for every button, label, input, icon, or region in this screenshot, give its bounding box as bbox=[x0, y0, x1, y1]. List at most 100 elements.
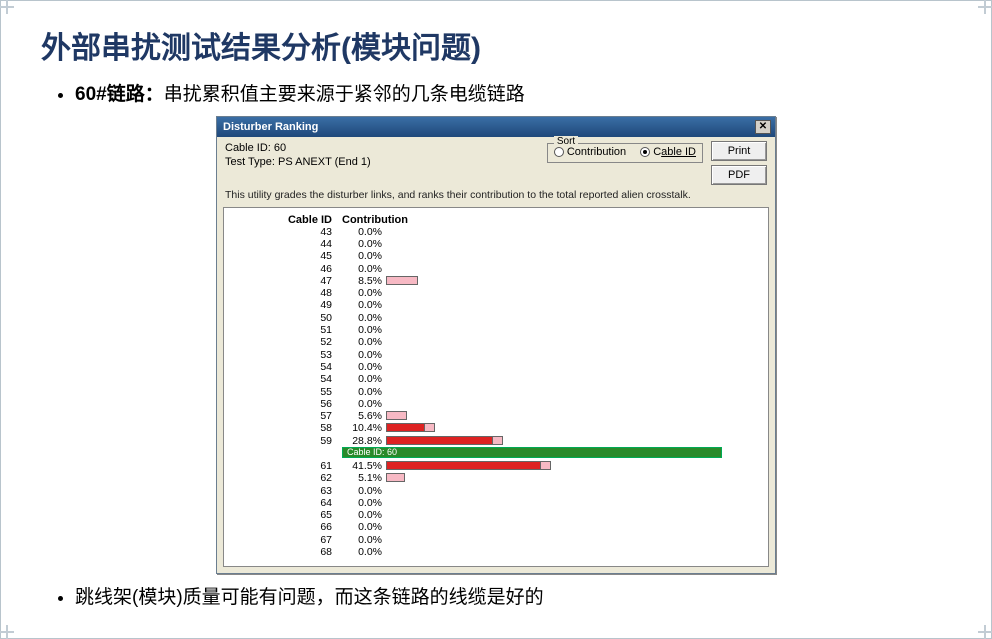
highlight-bar: Cable ID: 60 bbox=[342, 447, 722, 458]
row-contribution: 0.0% bbox=[342, 497, 386, 509]
row-bar-area bbox=[386, 288, 760, 298]
row-bar-area bbox=[386, 337, 760, 347]
chart-row: 530.0% bbox=[232, 348, 760, 360]
row-cable-id: 51 bbox=[232, 324, 342, 336]
row-contribution: 0.0% bbox=[342, 324, 386, 336]
sort-group: Sort Contribution Cable ID bbox=[547, 143, 703, 163]
row-bar-area bbox=[386, 510, 760, 520]
row-cable-id: 45 bbox=[232, 250, 342, 262]
row-cable-id: 52 bbox=[232, 336, 342, 348]
row-bar-area bbox=[386, 276, 760, 286]
row-bar-area bbox=[386, 387, 760, 397]
row-contribution: 0.0% bbox=[342, 287, 386, 299]
pdf-button[interactable]: PDF bbox=[711, 165, 767, 185]
row-cable-id: 57 bbox=[232, 410, 342, 422]
chart-row: 560.0% bbox=[232, 398, 760, 410]
header-contribution: Contribution bbox=[342, 214, 402, 226]
chart-row: 540.0% bbox=[232, 373, 760, 385]
chart-row: 5810.4% bbox=[232, 422, 760, 434]
chart-rows: 430.0%440.0%450.0%460.0%478.5%480.0%490.… bbox=[232, 226, 760, 559]
print-button[interactable]: Print bbox=[711, 141, 767, 161]
bullet-list-2: 跳线架(模块)质量可能有问题，而这条链路的线缆是好的 bbox=[41, 584, 951, 613]
row-cable-id: 54 bbox=[232, 361, 342, 373]
row-bar-area bbox=[386, 522, 760, 532]
row-contribution: 0.0% bbox=[342, 398, 386, 410]
row-bar-area bbox=[386, 411, 760, 421]
chart-row: 430.0% bbox=[232, 226, 760, 238]
chart-row: 660.0% bbox=[232, 521, 760, 533]
row-bar-area bbox=[386, 313, 760, 323]
row-contribution: 0.0% bbox=[342, 299, 386, 311]
chart-row: 625.1% bbox=[232, 472, 760, 484]
chart-row: 480.0% bbox=[232, 287, 760, 299]
sort-cableid-option[interactable]: Cable ID bbox=[640, 146, 696, 158]
row-cable-id: 43 bbox=[232, 226, 342, 238]
cable-id-label: Cable ID: 60 bbox=[225, 141, 547, 155]
sort-legend: Sort bbox=[554, 136, 578, 147]
row-contribution: 0.0% bbox=[342, 373, 386, 385]
row-contribution: 8.5% bbox=[342, 275, 386, 287]
row-cable-id: 58 bbox=[232, 422, 342, 434]
chart-row: 575.6% bbox=[232, 410, 760, 422]
row-bar-area bbox=[386, 325, 760, 335]
row-cable-id: 44 bbox=[232, 238, 342, 250]
row-bar-area bbox=[386, 498, 760, 508]
row-cable-id: 48 bbox=[232, 287, 342, 299]
row-bar-area bbox=[386, 239, 760, 249]
chart-area: Cable ID Contribution 430.0%440.0%450.0%… bbox=[223, 207, 769, 567]
sort-group-wrap: Sort Contribution Cable ID bbox=[547, 141, 703, 185]
chart-row: 490.0% bbox=[232, 299, 760, 311]
chart-row: 440.0% bbox=[232, 238, 760, 250]
row-cable-id: 54 bbox=[232, 373, 342, 385]
chart-row: 550.0% bbox=[232, 385, 760, 397]
chart-row: 640.0% bbox=[232, 497, 760, 509]
row-cable-id: 67 bbox=[232, 534, 342, 546]
row-bar-area bbox=[386, 227, 760, 237]
row-cable-id: 64 bbox=[232, 497, 342, 509]
row-contribution: 10.4% bbox=[342, 422, 386, 434]
chart-row: 680.0% bbox=[232, 546, 760, 558]
row-contribution: 0.0% bbox=[342, 263, 386, 275]
row-contribution: 0.0% bbox=[342, 509, 386, 521]
row-cable-id: 49 bbox=[232, 299, 342, 311]
row-bar-area bbox=[386, 486, 760, 496]
bullet-1-lead: 60#链路： bbox=[75, 84, 164, 105]
row-cable-id: 50 bbox=[232, 312, 342, 324]
sort-cableid-label: Cable ID bbox=[653, 146, 696, 158]
sort-contribution-label: Contribution bbox=[567, 146, 626, 158]
sort-contribution-option[interactable]: Contribution bbox=[554, 146, 626, 158]
row-contribution: 5.1% bbox=[342, 472, 386, 484]
row-cable-id: 62 bbox=[232, 472, 342, 484]
row-bar-area bbox=[386, 374, 760, 384]
bullet-2: 跳线架(模块)质量可能有问题，而这条链路的线缆是好的 bbox=[75, 584, 951, 613]
row-bar-area bbox=[386, 399, 760, 409]
radio-icon bbox=[640, 147, 650, 157]
row-cable-id: 68 bbox=[232, 546, 342, 558]
dialog-titlebar[interactable]: Disturber Ranking ✕ bbox=[217, 117, 775, 137]
chart-row: 540.0% bbox=[232, 361, 760, 373]
row-contribution: 0.0% bbox=[342, 226, 386, 238]
row-bar-area bbox=[386, 547, 760, 557]
chart-row: 5928.8% bbox=[232, 435, 760, 447]
chart-row: 460.0% bbox=[232, 262, 760, 274]
chart-row: 650.0% bbox=[232, 509, 760, 521]
row-contribution: 0.0% bbox=[342, 238, 386, 250]
row-bar-area bbox=[386, 423, 760, 433]
row-bar-area bbox=[386, 535, 760, 545]
dialog-buttons: Print PDF bbox=[703, 141, 767, 185]
row-bar-area bbox=[386, 300, 760, 310]
chart-row: 630.0% bbox=[232, 484, 760, 496]
close-icon[interactable]: ✕ bbox=[755, 120, 771, 134]
row-cable-id: 61 bbox=[232, 460, 342, 472]
row-contribution: 41.5% bbox=[342, 460, 386, 472]
dialog-info-left: Cable ID: 60 Test Type: PS ANEXT (End 1) bbox=[225, 141, 547, 185]
row-contribution: 0.0% bbox=[342, 349, 386, 361]
row-bar-area bbox=[386, 264, 760, 274]
row-contribution: 0.0% bbox=[342, 521, 386, 533]
row-contribution: 0.0% bbox=[342, 485, 386, 497]
row-contribution: 0.0% bbox=[342, 534, 386, 546]
row-cable-id: 59 bbox=[232, 435, 342, 447]
row-contribution: 0.0% bbox=[342, 336, 386, 348]
chart-row: 670.0% bbox=[232, 534, 760, 546]
page-title: 外部串扰测试结果分析(模块问题) bbox=[41, 23, 951, 67]
